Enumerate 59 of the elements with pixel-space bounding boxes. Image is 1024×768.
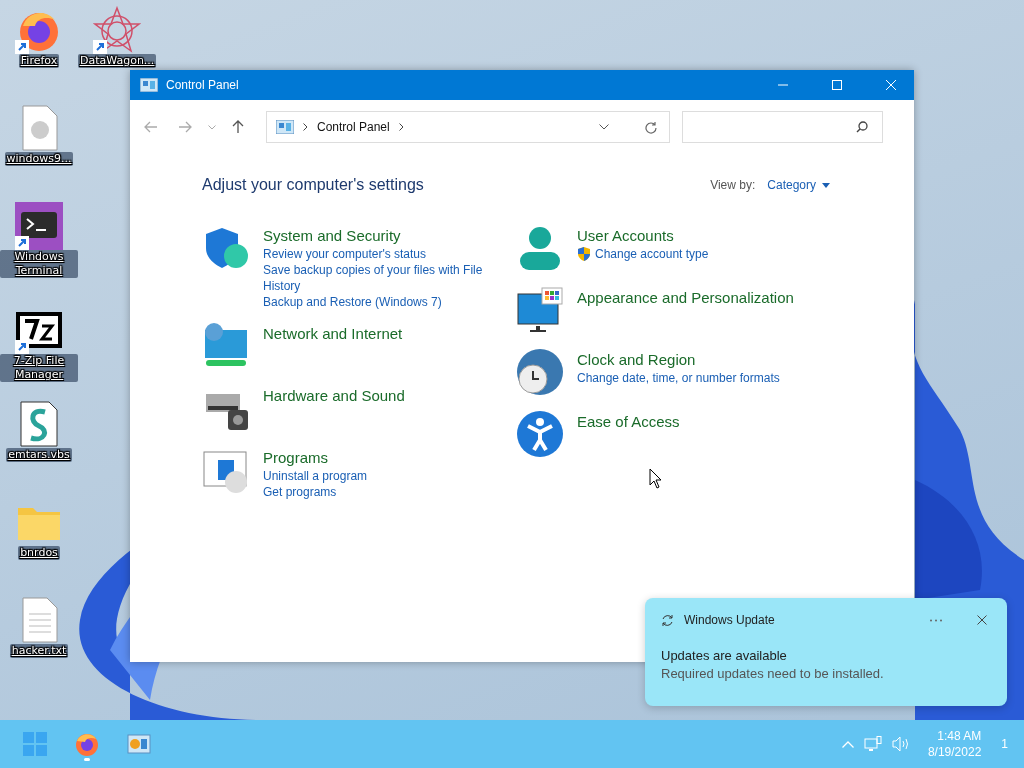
maximize-icon: [831, 79, 843, 91]
view-by-dropdown[interactable]: Category: [767, 178, 830, 192]
category-title-link[interactable]: Network and Internet: [263, 324, 403, 344]
notification-app-name: Windows Update: [684, 613, 775, 627]
accessibility-icon[interactable]: [516, 410, 564, 458]
search-icon: [856, 121, 868, 133]
globe-clock-icon[interactable]: [516, 348, 564, 396]
control-panel-icon: [140, 78, 158, 92]
windows-logo-icon: [22, 731, 48, 757]
category-title-link[interactable]: Ease of Access: [577, 412, 680, 432]
fox-logo-icon: [74, 731, 100, 757]
recent-dropdown-icon[interactable]: [208, 124, 216, 130]
clock-time: 1:48 AM: [937, 728, 982, 744]
control-panel-icon: [126, 731, 152, 757]
notification-message: Required updates need to be installed.: [661, 666, 885, 681]
address-bar[interactable]: Control Panel: [266, 111, 670, 143]
control-panel-icon: [276, 120, 294, 134]
desktop-icon-label[interactable]: Windows Terminal: [0, 250, 78, 278]
star-pattern-icon[interactable]: [93, 6, 141, 54]
terminal-icon[interactable]: [15, 202, 63, 250]
caret-icon: [822, 182, 830, 188]
task-link[interactable]: Uninstall a program: [263, 468, 493, 484]
chevron-down-icon[interactable]: [599, 124, 609, 130]
window-title: Control Panel: [166, 78, 239, 92]
chevron-up-icon[interactable]: [841, 740, 854, 748]
chevron-right-icon: [398, 123, 404, 131]
category-title-link[interactable]: Clock and Region: [577, 350, 807, 370]
task-link[interactable]: Change date, time, or number formats: [577, 370, 807, 386]
close-icon: [885, 79, 897, 91]
task-link[interactable]: Backup and Restore (Windows 7): [263, 294, 493, 310]
task-link[interactable]: Review your computer's status: [263, 246, 493, 262]
task-link[interactable]: Save backup copies of your files with File History: [263, 262, 493, 294]
speaker-icon[interactable]: [891, 736, 910, 752]
sync-icon: [661, 613, 674, 627]
task-link[interactable]: Get programs: [263, 484, 493, 500]
more-icon: [929, 618, 943, 622]
network-icon[interactable]: [863, 736, 882, 752]
clock-date: 8/19/2022: [927, 744, 982, 760]
notification-title: Updates are available: [661, 648, 788, 663]
category-title-link[interactable]: System and Security: [263, 226, 493, 246]
back-arrow-icon[interactable]: [144, 121, 158, 133]
category-title-link[interactable]: Programs: [263, 448, 493, 468]
category-title-link[interactable]: Hardware and Sound: [263, 386, 405, 406]
task-link[interactable]: Change account type: [577, 246, 807, 262]
up-arrow-icon[interactable]: [232, 120, 244, 134]
monitor-tiles-icon[interactable]: [516, 286, 564, 334]
forward-arrow-icon[interactable]: [178, 121, 192, 133]
desktop-icon-label[interactable]: 7-Zip File Manager: [0, 354, 78, 382]
mouse-pointer-icon: [649, 468, 662, 489]
view-by-label: View by:: [710, 178, 756, 192]
refresh-icon[interactable]: [644, 120, 657, 134]
close-icon: [977, 615, 987, 625]
chevron-right-icon: [303, 123, 308, 131]
page-heading: Adjust your computer's settings: [202, 176, 424, 194]
category-title-link[interactable]: Appearance and Personalization: [577, 288, 794, 308]
uac-shield-icon: [577, 247, 591, 261]
search-field[interactable]: [682, 111, 883, 143]
breadcrumb-item[interactable]: Control Panel: [317, 120, 390, 134]
category-title-link[interactable]: User Accounts: [577, 226, 807, 246]
